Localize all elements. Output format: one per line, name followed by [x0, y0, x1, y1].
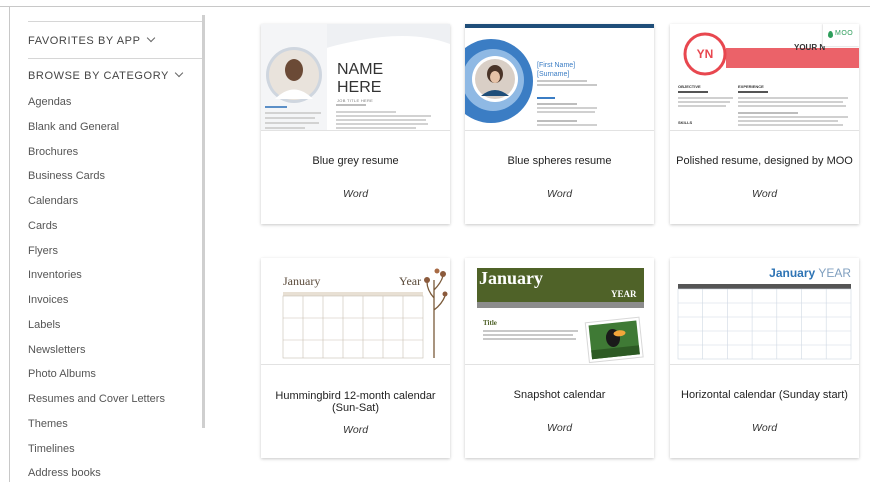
template-app: Word	[751, 188, 778, 200]
template-title: Snapshot calendar	[513, 389, 606, 401]
template-card-horizontal-calendar[interactable]: January YEAR Horizontal calendar (Sunday…	[670, 258, 859, 458]
template-card-blue-grey-resume[interactable]: NAME HERE JOB TITLE HERE Blue grey resum…	[261, 24, 450, 224]
category-invoices[interactable]: Invoices	[28, 294, 68, 306]
moo-section-experience: EXPERIENCE	[738, 84, 764, 89]
template-title: Blue grey resume	[312, 155, 399, 167]
category-inventories[interactable]: Inventories	[28, 269, 82, 281]
template-app: Word	[342, 188, 369, 200]
moo-resume-name: YOUR N	[794, 43, 826, 52]
category-calendars[interactable]: Calendars	[28, 195, 78, 207]
chevron-down-icon	[174, 68, 184, 78]
calendar-month: January	[283, 274, 321, 288]
moo-section-skills: SKILLS	[678, 120, 693, 125]
moo-leaf-icon	[828, 31, 833, 38]
template-card-blue-spheres-resume[interactable]: [First Name] [Surname] Blue spheres resu…	[465, 24, 654, 224]
template-app: Word	[546, 188, 573, 200]
resume-first-name: [First Name]	[537, 62, 576, 69]
category-photo-albums[interactable]: Photo Albums	[28, 368, 96, 380]
category-resumes-and-cover-letters[interactable]: Resumes and Cover Letters	[28, 393, 165, 405]
template-thumbnail: January YEAR	[670, 258, 859, 365]
template-thumbnail: [First Name] [Surname]	[465, 24, 654, 131]
template-title: Blue spheres resume	[507, 155, 612, 167]
chevron-down-icon	[146, 33, 155, 43]
sidebar-scrollbar[interactable]	[202, 15, 205, 428]
category-address-books[interactable]: Address books	[28, 467, 101, 479]
template-title: Horizontal calendar (Sunday start)	[681, 389, 848, 401]
moo-badge: MOO	[823, 24, 859, 46]
category-newsletters[interactable]: Newsletters	[28, 344, 85, 356]
template-thumbnail: January Year	[261, 258, 450, 365]
category-agendas[interactable]: Agendas	[28, 96, 71, 108]
template-app: Word	[342, 424, 369, 436]
category-business-cards[interactable]: Business Cards	[28, 170, 105, 182]
category-brochures[interactable]: Brochures	[28, 146, 78, 158]
snapshot-year: YEAR	[611, 289, 637, 299]
resume-job-title: JOB TITLE HERE	[337, 98, 374, 103]
category-cards[interactable]: Cards	[28, 220, 57, 232]
section-divider	[28, 21, 202, 22]
category-blank-and-general[interactable]: Blank and General	[28, 121, 119, 133]
horizontal-calendar-month: January	[769, 266, 816, 280]
calendar-year: Year	[399, 274, 422, 288]
moo-initials: YN	[696, 47, 714, 61]
template-card-hummingbird-calendar[interactable]: January Year Hummingbird 12-month calend…	[261, 258, 450, 458]
section-divider	[28, 58, 202, 59]
favorites-by-app-header[interactable]: FAVORITES BY APP	[28, 33, 155, 47]
resume-name-line1: NAME	[337, 61, 384, 78]
template-thumbnail: NAME HERE JOB TITLE HERE	[261, 24, 450, 131]
template-app: Word	[751, 422, 778, 434]
template-card-snapshot-calendar[interactable]: January YEAR Title Snapshot calendar Wor…	[465, 258, 654, 458]
favorites-label: FAVORITES BY APP	[28, 35, 141, 47]
moo-section-objective: OBJECTIVE	[678, 84, 701, 89]
resume-name-line2: HERE	[337, 79, 382, 96]
category-flyers[interactable]: Flyers	[28, 245, 58, 257]
resume-surname: [Surname]	[537, 71, 570, 78]
template-title: Polished resume, designed by MOO	[676, 155, 853, 167]
template-card-polished-resume-moo[interactable]: YN YOUR N MOO OBJECTIVE EXPERIENCE SKILL…	[670, 24, 859, 224]
template-title: Hummingbird 12-month calendar (Sun-Sat)	[275, 390, 436, 414]
category-labels[interactable]: Labels	[28, 319, 60, 331]
category-themes[interactable]: Themes	[28, 418, 68, 430]
horizontal-calendar-heading: January YEAR	[769, 266, 851, 280]
moo-brand: MOO	[835, 30, 854, 37]
browse-label: BROWSE BY CATEGORY	[28, 70, 169, 82]
template-app: Word	[546, 422, 573, 434]
template-thumbnail: YN YOUR N MOO OBJECTIVE EXPERIENCE SKILL…	[670, 24, 859, 131]
snapshot-subtitle: Title	[483, 319, 497, 327]
browse-by-category-header[interactable]: BROWSE BY CATEGORY	[28, 68, 184, 82]
category-sidebar: FAVORITES BY APP BROWSE BY CATEGORY Agen…	[10, 7, 206, 482]
template-thumbnail: January YEAR Title	[465, 258, 654, 365]
snapshot-month: January	[479, 268, 544, 288]
horizontal-calendar-year: YEAR	[818, 266, 851, 280]
category-timelines[interactable]: Timelines	[28, 443, 75, 455]
